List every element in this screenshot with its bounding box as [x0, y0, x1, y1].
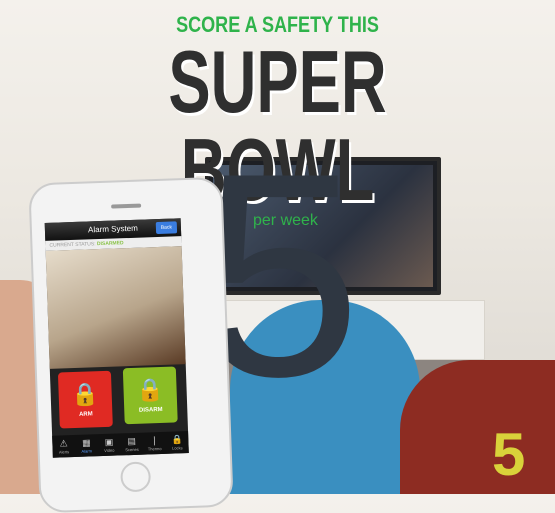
home-button[interactable] — [120, 461, 152, 493]
tab-label: Video — [104, 447, 115, 453]
video-icon: ▣ — [104, 436, 114, 447]
camera-view — [45, 246, 186, 369]
keypad-icon: ▦ — [81, 437, 91, 448]
disarm-button[interactable]: 🔒 DISARM — [122, 366, 178, 425]
app-title: Alarm System — [87, 223, 138, 235]
status-label: CURRENT STATUS: — [49, 241, 96, 249]
phone-screen: Alarm System Back CURRENT STATUS: DISARM… — [44, 218, 189, 458]
status-value: DISARMED — [96, 240, 124, 248]
tab-alarm[interactable]: ▦ Alarm — [75, 434, 98, 457]
arm-label: ARM — [78, 411, 93, 418]
tab-label: Alerts — [58, 449, 70, 455]
lock-icon: 🔒 — [171, 434, 183, 445]
tab-alerts[interactable]: ⚠ Alerts — [52, 435, 75, 458]
tab-bar: ⚠ Alerts ▦ Alarm ▣ Video ▤ Scenes ❘ Thermo 🔒 L… — [52, 431, 189, 458]
tab-scenes[interactable]: ▤ Scenes — [120, 433, 143, 456]
tab-label: Alarm — [81, 448, 92, 454]
scenes-icon: ▤ — [127, 435, 137, 447]
warning-icon: ⚠ — [59, 438, 68, 449]
back-button[interactable]: Back — [155, 221, 178, 235]
tab-thermo[interactable]: ❘ Thermo — [143, 432, 166, 455]
tab-video[interactable]: ▣ Video — [97, 433, 120, 456]
tab-locks[interactable]: 🔒 Locks — [165, 431, 188, 454]
thermometer-icon: ❘ — [150, 435, 159, 446]
disarm-label: DISARM — [138, 406, 163, 414]
tab-label: Locks — [172, 445, 183, 451]
padlock-icon: 🔒 — [71, 381, 100, 408]
price-period: per week — [253, 212, 318, 229]
fan-red-jersey — [400, 360, 555, 494]
arm-button[interactable]: 🔒 ARM — [57, 370, 113, 429]
phone-speaker — [111, 203, 142, 209]
tab-label: Scenes — [125, 446, 139, 453]
tab-label: Thermo — [147, 445, 162, 452]
smartphone: Alarm System Back CURRENT STATUS: DISARM… — [28, 176, 234, 513]
padlock-icon: 🔒 — [135, 376, 165, 403]
jersey-number: 5 — [492, 421, 526, 488]
